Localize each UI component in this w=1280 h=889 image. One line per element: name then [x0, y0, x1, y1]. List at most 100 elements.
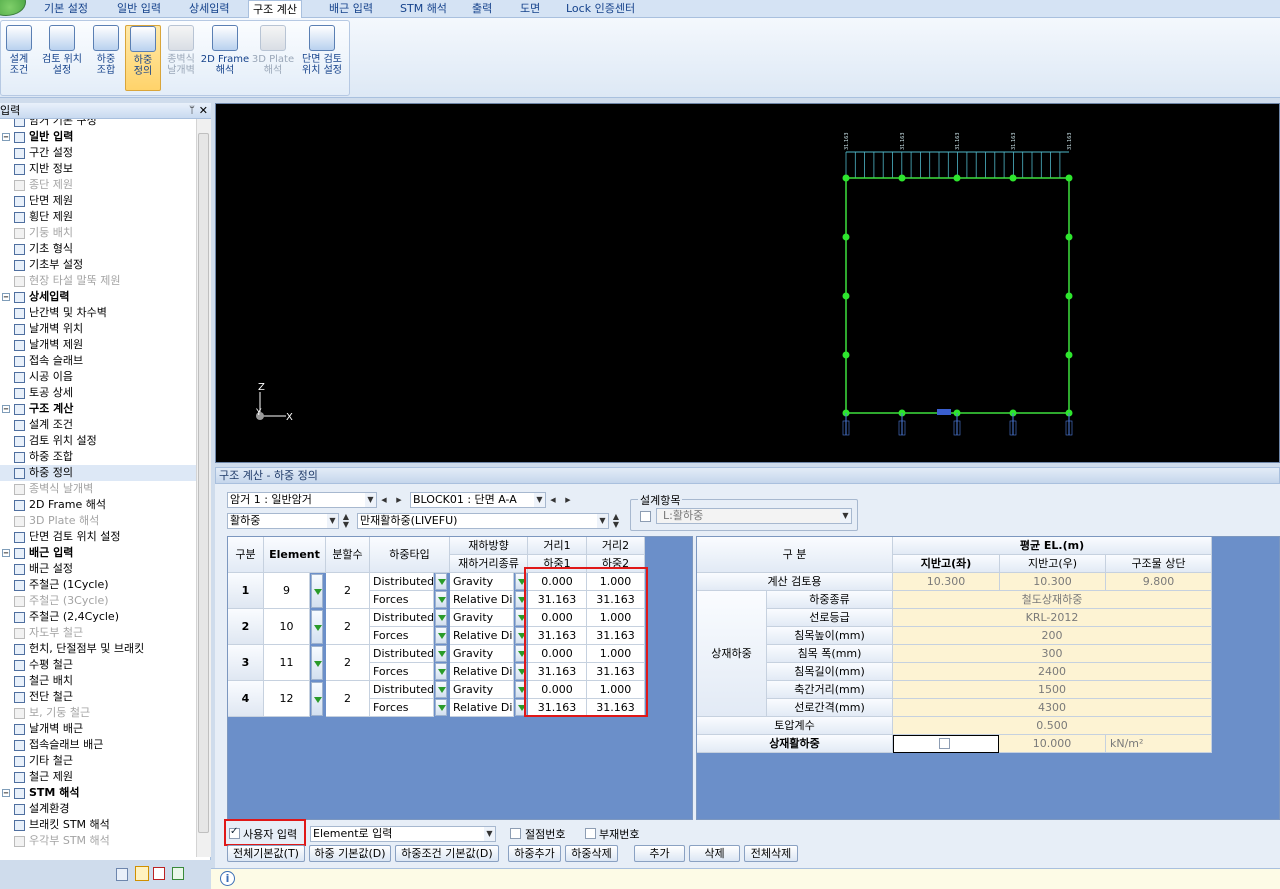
- tree-item[interactable]: 보, 기둥 철근: [0, 705, 196, 721]
- chevron-down-icon[interactable]: ▼: [327, 514, 338, 528]
- tree-item[interactable]: 2D Frame 해석: [0, 497, 196, 513]
- review-location-button[interactable]: 검토 위치 설정: [37, 25, 87, 91]
- element-cell[interactable]: 10: [264, 609, 310, 645]
- wing-wall-button[interactable]: 종벽식 날개벽: [163, 25, 199, 91]
- direction-cell[interactable]: Gravity: [450, 609, 514, 627]
- tree-group[interactable]: − STM 해석: [0, 785, 196, 801]
- load-combination-button[interactable]: 하중 조합: [89, 25, 123, 91]
- load-type-select[interactable]: 활하중 ▼: [227, 513, 339, 529]
- load-type-dropdown[interactable]: [435, 645, 447, 662]
- add-load-button[interactable]: 하중추가: [508, 845, 561, 862]
- tree-item[interactable]: 주철근 (2,4Cycle): [0, 609, 196, 625]
- surcharge-live-value[interactable]: 10.000: [999, 735, 1106, 753]
- reset-all-button[interactable]: 전체기본값(T): [227, 845, 305, 862]
- design-item-checkbox[interactable]: [640, 511, 651, 522]
- tree-group[interactable]: − 상세입력: [0, 289, 196, 305]
- input-mode-select[interactable]: Element로 입력 ▼: [310, 826, 496, 842]
- model-viewport[interactable]: 31.163 31.163 31.163 31.163 31.163 Z Y X: [215, 103, 1280, 463]
- tab-lock-center[interactable]: Lock 인증센터: [562, 0, 639, 18]
- divisions-cell[interactable]: 2: [326, 609, 370, 645]
- tab-detail-input[interactable]: 상세입력: [185, 0, 233, 18]
- section-review-location-button[interactable]: 단면 검토 위치 설정: [297, 25, 347, 91]
- user-input-checkbox[interactable]: ✓: [229, 826, 240, 839]
- tree-item[interactable]: 전단 철근: [0, 689, 196, 705]
- load-case-select[interactable]: 만재활하중(LIVEFU) ▼: [357, 513, 609, 529]
- tab-structural-calc[interactable]: 구조 계산: [248, 0, 302, 19]
- load-case-spinner[interactable]: ▲ ▼: [611, 513, 621, 529]
- tree-item[interactable]: 하중 조합: [0, 449, 196, 465]
- direction-cell[interactable]: Gravity: [450, 681, 514, 699]
- tree-scrollbar-thumb[interactable]: [198, 133, 209, 833]
- tree-item[interactable]: 수평 철근: [0, 657, 196, 673]
- tab-general-input[interactable]: 일반 입력: [113, 0, 165, 18]
- tree-item[interactable]: 주철근 (3Cycle): [0, 593, 196, 609]
- collapse-toggle-icon[interactable]: −: [2, 789, 10, 797]
- surcharge-live-checkbox[interactable]: [939, 738, 950, 749]
- chevron-down-icon[interactable]: ▼: [597, 514, 608, 528]
- tree-item[interactable]: 토공 상세: [0, 385, 196, 401]
- chevron-down-icon[interactable]: ▼: [840, 509, 851, 523]
- surcharge-item-value[interactable]: 300: [893, 645, 1212, 663]
- divisions-cell[interactable]: 2: [326, 645, 370, 681]
- surcharge-item-value[interactable]: 4300: [893, 699, 1212, 717]
- load-type-dropdown[interactable]: [435, 627, 447, 644]
- row-number[interactable]: 3: [228, 645, 264, 681]
- frame-2d-analysis-button[interactable]: 2D Frame 해석: [200, 25, 250, 91]
- load-type-dropdown[interactable]: [435, 591, 447, 608]
- collapse-toggle-icon[interactable]: −: [2, 405, 10, 413]
- load-type-cell[interactable]: Distributed: [370, 609, 434, 627]
- database-icon[interactable]: [116, 868, 128, 881]
- load-type-cell[interactable]: Distributed: [370, 573, 434, 591]
- tree-item[interactable]: 접속 슬래브: [0, 353, 196, 369]
- direction-cell[interactable]: Gravity: [450, 645, 514, 663]
- load-type-cell[interactable]: Forces: [370, 699, 434, 717]
- load-type-dropdown[interactable]: [435, 663, 447, 680]
- block-select[interactable]: BLOCK01 : 단면 A-A ▼: [410, 492, 546, 508]
- tree-item[interactable]: 기타 철근: [0, 753, 196, 769]
- tree-group[interactable]: − 구조 계산: [0, 401, 196, 417]
- collapse-toggle-icon[interactable]: −: [2, 293, 10, 301]
- layer-icon[interactable]: [135, 866, 149, 881]
- row-number[interactable]: 2: [228, 609, 264, 645]
- load-type-cell[interactable]: Forces: [370, 627, 434, 645]
- distance-type-cell[interactable]: Relative Dist: [450, 663, 514, 681]
- tree-item[interactable]: 철근 제원: [0, 769, 196, 785]
- load-default-button[interactable]: 하중 기본값(D): [309, 845, 391, 862]
- surcharge-item-value[interactable]: KRL-2012: [893, 609, 1212, 627]
- surcharge-live-checkbox-cell[interactable]: [893, 735, 999, 753]
- load-type-spinner[interactable]: ▲ ▼: [341, 513, 351, 529]
- surcharge-item-value[interactable]: 2400: [893, 663, 1212, 681]
- tree-item[interactable]: 자도부 철근: [0, 625, 196, 641]
- delete-all-button[interactable]: 전체삭제: [744, 845, 798, 862]
- tree-item[interactable]: 현장 타설 말뚝 제원: [0, 273, 196, 289]
- delete-load-button[interactable]: 하중삭제: [565, 845, 618, 862]
- load-type-dropdown[interactable]: [435, 609, 447, 626]
- chevron-down-icon[interactable]: ▼: [365, 493, 376, 507]
- tab-basic-settings[interactable]: 기본 설정: [40, 0, 92, 18]
- load-type-dropdown[interactable]: [435, 573, 447, 590]
- tree-item[interactable]: 지반 정보: [0, 161, 196, 177]
- tab-output[interactable]: 출력: [468, 0, 496, 18]
- prev-culvert-button[interactable]: ◀: [379, 492, 389, 508]
- tree-item[interactable]: 주철근 (1Cycle): [0, 577, 196, 593]
- tree-item[interactable]: 횡단 제원: [0, 209, 196, 225]
- tree-item[interactable]: 배근 설정: [0, 561, 196, 577]
- info-icon[interactable]: i: [220, 871, 235, 886]
- tab-stm-analysis[interactable]: STM 해석: [396, 0, 451, 18]
- tree-item[interactable]: 종벽식 날개벽: [0, 481, 196, 497]
- surcharge-item-value[interactable]: 1500: [893, 681, 1212, 699]
- load-type-dropdown[interactable]: [435, 699, 447, 716]
- app-logo-icon[interactable]: [0, 0, 26, 16]
- close-icon[interactable]: ✕: [199, 103, 208, 118]
- export-icon[interactable]: [172, 867, 184, 880]
- tab-drawing[interactable]: 도면: [516, 0, 544, 18]
- divisions-cell[interactable]: 2: [326, 573, 370, 609]
- tree-item[interactable]: 검토 위치 설정: [0, 433, 196, 449]
- tree-item[interactable]: 접속슬래브 배근: [0, 737, 196, 753]
- node-number-checkbox[interactable]: [510, 828, 521, 839]
- delete-button[interactable]: 삭제: [689, 845, 740, 862]
- element-dropdown[interactable]: [311, 682, 323, 716]
- tree-group[interactable]: − 배근 입력: [0, 545, 196, 561]
- element-cell[interactable]: 11: [264, 645, 310, 681]
- element-dropdown[interactable]: [311, 610, 323, 644]
